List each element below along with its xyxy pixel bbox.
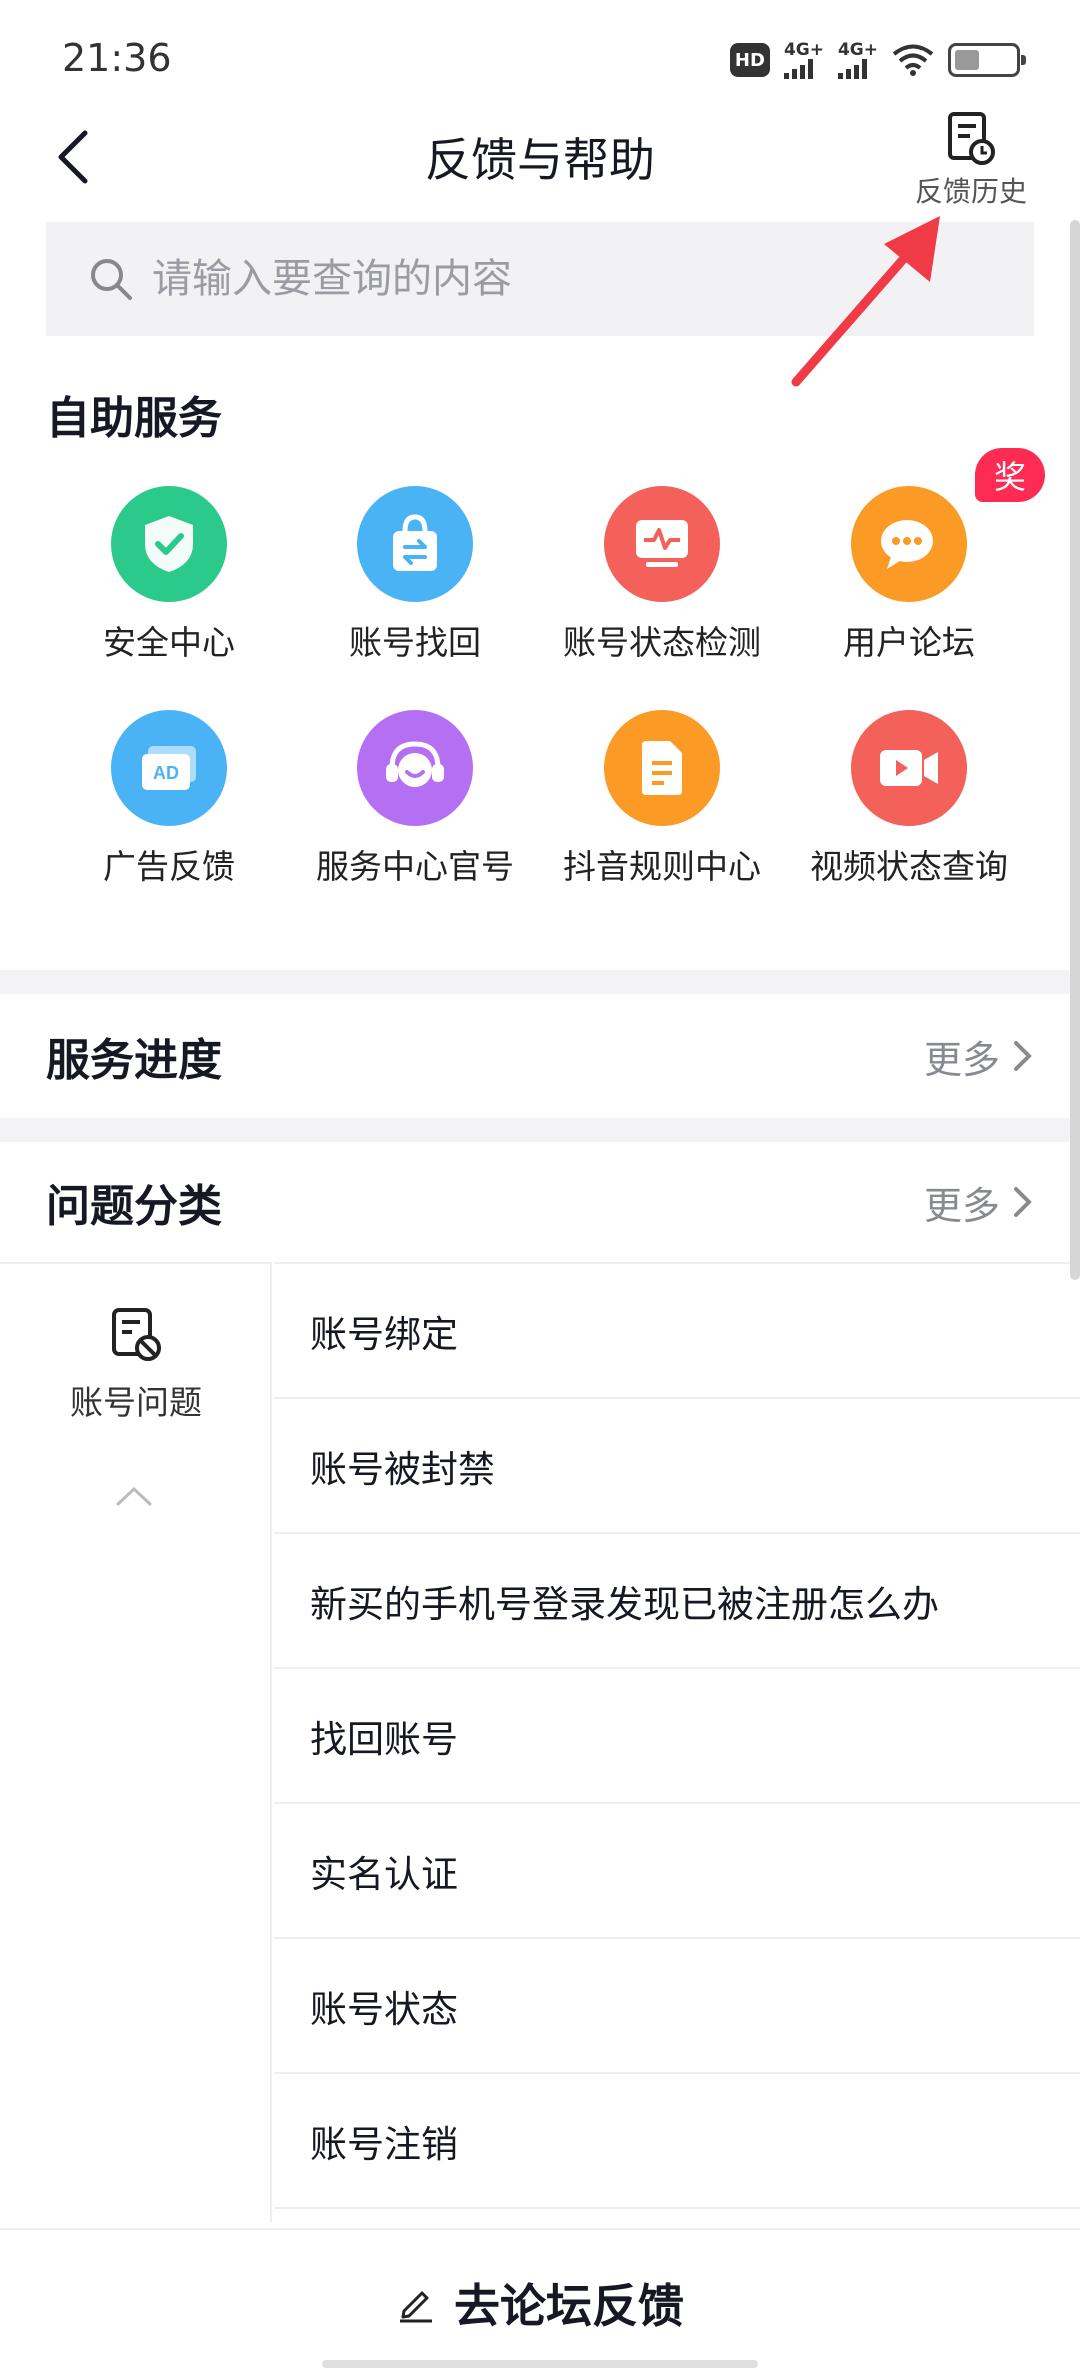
signal-icon: 4G+ — [783, 40, 824, 79]
service-rules-center[interactable]: 抖音规则中心 — [537, 710, 787, 888]
problem-category-row: 问题分类 更多 — [0, 1142, 1080, 1262]
chevron-up-icon[interactable] — [114, 1484, 154, 1508]
service-label: 账号状态检测 — [563, 623, 761, 662]
service-security-center[interactable]: 安全中心 — [44, 486, 294, 664]
network-type-2: 4G+ — [837, 40, 878, 60]
section-divider — [0, 970, 1080, 994]
list-item[interactable]: 实名认证 — [274, 1804, 1080, 1939]
service-label: 用户论坛 — [843, 623, 975, 662]
service-progress-row[interactable]: 服务进度 更多 — [0, 996, 1080, 1116]
category-sidebar: 账号问题 — [0, 1262, 272, 2222]
annotation-arrow-icon — [791, 216, 940, 387]
category-tab-account[interactable]: 账号问题 — [0, 1376, 272, 1424]
service-account-status-check[interactable]: 账号状态检测 — [537, 486, 787, 664]
shield-icon — [111, 486, 227, 602]
service-label: 广告反馈 — [103, 847, 235, 886]
service-label: 安全中心 — [103, 623, 235, 662]
service-label: 抖音规则中心 — [563, 847, 761, 886]
more-label: 更多 — [923, 1037, 1000, 1082]
forum-feedback-button[interactable]: 去论坛反馈 — [0, 2228, 1080, 2376]
home-indicator[interactable] — [322, 2360, 758, 2368]
account-issue-icon[interactable] — [110, 1306, 162, 1362]
headset-icon — [357, 710, 473, 826]
scrollbar[interactable] — [1070, 220, 1080, 1280]
pencil-icon — [400, 2291, 432, 2323]
status-time: 21:36 — [62, 36, 172, 80]
list-item[interactable]: 账号状态 — [274, 1939, 1080, 2074]
service-label: 服务中心官号 — [316, 847, 514, 886]
more-label: 更多 — [923, 1183, 1000, 1228]
service-label: 账号找回 — [349, 623, 481, 662]
self-service-title: 自助服务 — [46, 393, 222, 444]
list-item[interactable]: 账号被封禁 — [274, 1399, 1080, 1534]
service-official-account[interactable]: 服务中心官号 — [290, 710, 540, 888]
bag-icon — [357, 486, 473, 602]
feedback-history-button[interactable]: 反馈历史 — [906, 110, 1036, 210]
service-video-status-query[interactable]: 视频状态查询 — [784, 710, 1034, 888]
svg-text:AD: AD — [153, 763, 179, 783]
signal-icon: 4G+ — [837, 40, 878, 79]
document-icon — [604, 710, 720, 826]
wifi-icon — [892, 44, 934, 76]
header: 反馈与帮助 反馈历史 — [0, 110, 1080, 210]
service-ad-feedback[interactable]: AD 广告反馈 — [44, 710, 294, 888]
service-account-recovery[interactable]: 账号找回 — [290, 486, 540, 664]
service-user-forum[interactable]: 奖 用户论坛 — [784, 448, 1045, 664]
service-label: 视频状态查询 — [810, 847, 1008, 886]
monitor-pulse-icon — [604, 486, 720, 602]
service-progress-title: 服务进度 — [46, 1035, 222, 1086]
service-progress-more[interactable]: 更多 — [924, 1029, 1034, 1084]
problem-category-more[interactable]: 更多 — [924, 1175, 1034, 1230]
category-question-list: 账号绑定 账号被封禁 新买的手机号登录发现已被注册怎么办 找回账号 实名认证 账… — [274, 1262, 1080, 2209]
network-type-1: 4G+ — [783, 40, 824, 60]
search-icon — [91, 259, 132, 300]
section-divider — [0, 1118, 1080, 1142]
chevron-right-icon — [1014, 1187, 1032, 1217]
status-bar: 21:36 HD 4G+ 4G+ — [0, 0, 1080, 118]
battery-icon — [948, 43, 1026, 77]
problem-category-title: 问题分类 — [46, 1181, 222, 1232]
ad-icon: AD — [111, 710, 227, 826]
status-icons: HD 4G+ 4G+ — [729, 36, 1026, 84]
list-item[interactable]: 账号注销 — [274, 2074, 1080, 2209]
list-item[interactable]: 新买的手机号登录发现已被注册怎么办 — [274, 1534, 1080, 1669]
reward-badge: 奖 — [975, 448, 1045, 502]
chat-bubble-icon: 奖 — [851, 448, 1045, 602]
chevron-right-icon — [1014, 1041, 1032, 1071]
hd-icon: HD — [729, 43, 770, 77]
list-item[interactable]: 找回账号 — [274, 1669, 1080, 1804]
forum-feedback-label: 去论坛反馈 — [454, 2279, 684, 2333]
history-document-icon — [948, 112, 995, 165]
video-icon — [851, 710, 967, 826]
list-item[interactable]: 账号绑定 — [274, 1264, 1080, 1399]
